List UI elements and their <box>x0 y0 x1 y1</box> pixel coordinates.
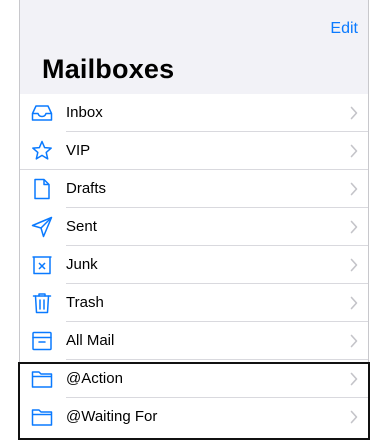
mailbox-row-junk[interactable]: Junk <box>20 246 368 284</box>
mailbox-row-trash[interactable]: Trash <box>20 284 368 322</box>
document-icon <box>30 177 54 201</box>
junk-bin-icon <box>30 253 54 277</box>
chevron-right-icon <box>350 296 358 310</box>
folder-icon <box>30 405 54 429</box>
mailbox-label: Sent <box>66 218 97 235</box>
mailbox-label: @Action <box>66 370 123 387</box>
trash-icon <box>30 291 54 315</box>
star-icon <box>30 139 54 163</box>
chevron-right-icon <box>350 372 358 386</box>
mailbox-row-sent[interactable]: Sent <box>20 208 368 246</box>
navigation-bar: Edit <box>20 0 368 50</box>
mailbox-row-waiting-for[interactable]: @Waiting For <box>20 398 368 436</box>
chevron-right-icon <box>350 410 358 424</box>
mailbox-label: Trash <box>66 294 104 311</box>
mailbox-row-all-mail[interactable]: All Mail <box>20 322 368 360</box>
chevron-right-icon <box>350 220 358 234</box>
mailbox-label: @Waiting For <box>66 408 158 425</box>
folder-icon <box>30 367 54 391</box>
chevron-right-icon <box>350 258 358 272</box>
mailbox-label: Inbox <box>66 104 103 121</box>
mailbox-row-drafts[interactable]: Drafts <box>20 170 368 208</box>
paper-plane-icon <box>30 215 54 239</box>
mailbox-label: All Mail <box>66 332 115 349</box>
chevron-right-icon <box>350 182 358 196</box>
mailbox-label: Junk <box>66 256 98 273</box>
mailbox-label: Drafts <box>66 180 107 197</box>
chevron-right-icon <box>350 144 358 158</box>
mailbox-label: VIP <box>66 142 91 159</box>
archive-box-icon <box>30 329 54 353</box>
page-title: Mailboxes <box>42 54 175 84</box>
mailbox-row-action[interactable]: @Action <box>20 360 368 398</box>
mailbox-row-vip[interactable]: VIP <box>20 132 368 170</box>
mailbox-list: Inbox VIP Drafts Sent Junk Trash All Mai… <box>18 94 370 440</box>
edit-button[interactable]: Edit <box>330 20 358 38</box>
chevron-right-icon <box>350 334 358 348</box>
inbox-icon <box>30 101 54 125</box>
chevron-right-icon <box>350 106 358 120</box>
mailboxes-screen: Edit Mailboxes Inbox VIP Drafts Sent Jun… <box>18 0 370 440</box>
mailbox-row-inbox[interactable]: Inbox <box>20 94 368 132</box>
